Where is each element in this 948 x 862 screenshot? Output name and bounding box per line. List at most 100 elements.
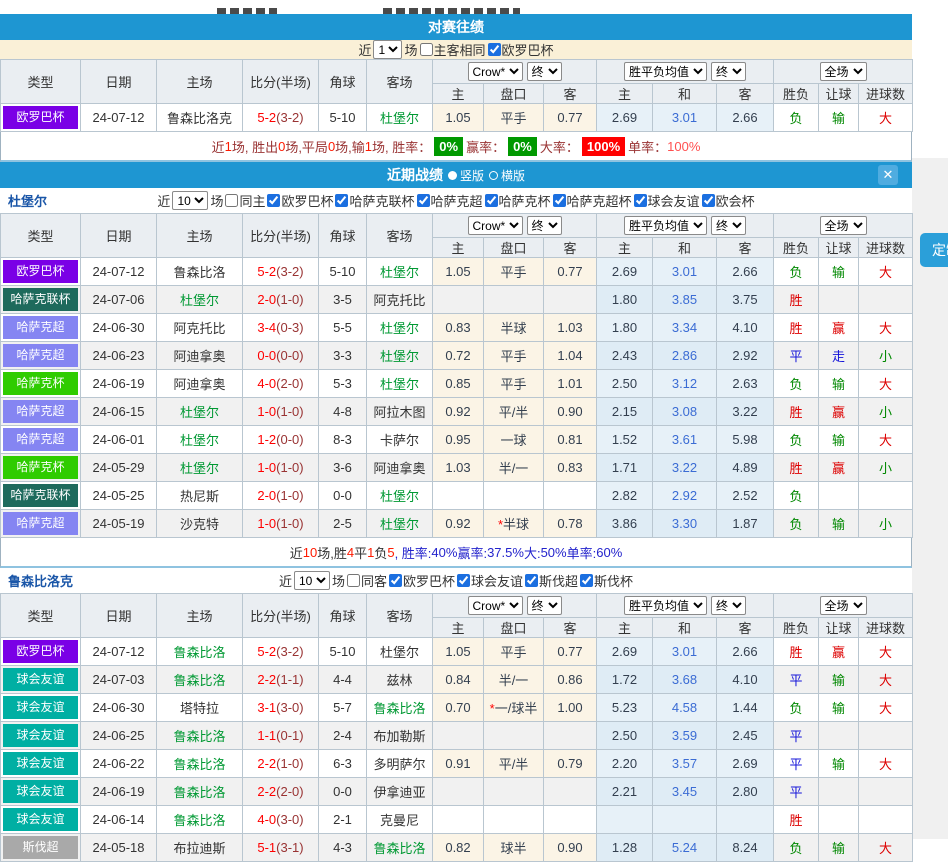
final-avg-select[interactable]: 终 bbox=[711, 62, 746, 81]
final-odds-select[interactable]: 终 bbox=[527, 216, 562, 235]
h2h-count-select[interactable]: 1 bbox=[373, 40, 402, 59]
league-checkbox[interactable] bbox=[389, 574, 402, 587]
league-filter[interactable]: 欧罗巴杯 bbox=[486, 40, 554, 59]
summary-segment: , 胜率: bbox=[395, 543, 432, 562]
scope-select[interactable]: 全场 bbox=[820, 62, 867, 81]
league-label: 哈萨克联杯 bbox=[349, 191, 414, 210]
league-filter[interactable]: 哈萨克超 bbox=[415, 191, 483, 210]
league-label: 欧会杯 bbox=[716, 191, 755, 210]
same-away-filter[interactable]: 同客 bbox=[345, 571, 387, 590]
final-odds-select[interactable]: 终 bbox=[527, 596, 562, 615]
handicap-cell: 平手 bbox=[484, 370, 544, 398]
scope-select[interactable]: 全场 bbox=[820, 216, 867, 235]
close-icon[interactable]: ✕ bbox=[878, 165, 898, 185]
league-filter[interactable]: 球会友谊 bbox=[455, 571, 523, 590]
league-cell: 哈萨克超 bbox=[1, 398, 81, 426]
h2h-title-bar: 对赛往绩 bbox=[0, 14, 912, 40]
subcol-avg-draw: 和 bbox=[653, 618, 717, 638]
team1-count-select[interactable]: 10 bbox=[172, 191, 208, 210]
radio-horizontal[interactable]: 横版 bbox=[489, 167, 525, 184]
away-team-cell: 杜堡尔 bbox=[367, 510, 433, 538]
avg-draw-odds bbox=[653, 806, 717, 834]
home-team-cell: 鲁森比洛克 bbox=[157, 104, 243, 132]
league-filter[interactable]: 哈萨克杯 bbox=[483, 191, 551, 210]
home-team-cell: 鲁森比洛 bbox=[157, 806, 243, 834]
avg-away-odds: 4.10 bbox=[717, 314, 774, 342]
odds-provider-select[interactable]: Crow* bbox=[468, 62, 523, 81]
date-cell: 24-06-30 bbox=[81, 314, 157, 342]
odds-provider-select[interactable]: Crow* bbox=[468, 216, 523, 235]
away-team-cell: 多明萨尔 bbox=[367, 750, 433, 778]
league-label: 哈萨克超 bbox=[431, 191, 483, 210]
league-checkbox[interactable] bbox=[457, 574, 470, 587]
subcol-away-odds: 客 bbox=[544, 618, 597, 638]
match-row: 欧罗巴杯24-07-12鲁森比洛克5-2(3-2)5-10杜堡尔1.05平手0.… bbox=[1, 104, 913, 132]
summary-segment: 37.5% bbox=[487, 545, 524, 560]
goals-result-cell: 大 bbox=[859, 638, 913, 666]
avg-home-odds: 2.43 bbox=[597, 342, 653, 370]
radio-vertical[interactable]: 竖版 bbox=[448, 167, 484, 184]
corner-cell: 3-5 bbox=[319, 286, 367, 314]
same-venue-filter[interactable]: 主客相同 bbox=[418, 40, 486, 59]
league-checkbox[interactable] bbox=[267, 194, 280, 207]
league-checkbox[interactable] bbox=[553, 194, 566, 207]
score-cell: 1-0(1-0) bbox=[243, 510, 319, 538]
avg-odds-group: 胜平负均值终 bbox=[597, 60, 774, 84]
result-cell: 平 bbox=[774, 778, 819, 806]
league-filter[interactable]: 欧会杯 bbox=[700, 191, 755, 210]
league-checkbox[interactable] bbox=[525, 574, 538, 587]
avg-away-odds: 3.22 bbox=[717, 398, 774, 426]
league-checkbox[interactable] bbox=[417, 194, 430, 207]
league-checkbox[interactable] bbox=[580, 574, 593, 587]
crow-away-odds: 1.00 bbox=[544, 694, 597, 722]
goals-result-cell: 小 bbox=[859, 454, 913, 482]
league-checkbox[interactable] bbox=[634, 194, 647, 207]
avg-home-odds: 1.71 bbox=[597, 454, 653, 482]
final-odds-select[interactable]: 终 bbox=[527, 62, 562, 81]
league-checkbox[interactable] bbox=[485, 194, 498, 207]
subcol-handicap: 盘口 bbox=[484, 618, 544, 638]
games-label: 场 bbox=[210, 191, 223, 210]
same-venue-checkbox[interactable] bbox=[420, 43, 433, 56]
avg-odds-group: 胜平负均值终 bbox=[597, 594, 774, 618]
avg-draw-odds: 5.24 bbox=[653, 834, 717, 862]
pin-button[interactable]: 定制 bbox=[920, 233, 948, 267]
same-away-checkbox[interactable] bbox=[347, 574, 360, 587]
table-header: 类型 日期 主场 比分(半场) 角球 客场 Crow*终 胜平负均值终 全场 主… bbox=[1, 60, 913, 104]
league-filter[interactable]: 球会友谊 bbox=[632, 191, 700, 210]
league-checkbox[interactable] bbox=[702, 194, 715, 207]
corner-cell: 5-3 bbox=[319, 370, 367, 398]
league-filter[interactable]: 欧罗巴杯 bbox=[387, 571, 455, 590]
league-filter[interactable]: 哈萨克联杯 bbox=[333, 191, 414, 210]
goals-result-cell: 大 bbox=[859, 370, 913, 398]
team2-count-select[interactable]: 10 bbox=[294, 571, 330, 590]
league-checkbox[interactable] bbox=[335, 194, 348, 207]
league-filter[interactable]: 哈萨克超杯 bbox=[551, 191, 632, 210]
crow-away-odds bbox=[544, 778, 597, 806]
recent-title-bar: 近期战绩 竖版 横版 ✕ bbox=[0, 162, 912, 188]
final-avg-select[interactable]: 终 bbox=[711, 216, 746, 235]
summary-segment: 负 bbox=[374, 543, 387, 562]
col-date: 日期 bbox=[81, 214, 157, 258]
same-home-filter[interactable]: 同主 bbox=[223, 191, 265, 210]
odds-provider-select[interactable]: Crow* bbox=[468, 596, 523, 615]
final-avg-select[interactable]: 终 bbox=[711, 596, 746, 615]
same-home-checkbox[interactable] bbox=[225, 194, 238, 207]
league-checkbox[interactable] bbox=[488, 43, 501, 56]
league-filter[interactable]: 欧罗巴杯 bbox=[265, 191, 333, 210]
avg-type-select[interactable]: 胜平负均值 bbox=[624, 62, 707, 81]
away-team-cell: 布加勒斯 bbox=[367, 722, 433, 750]
avg-type-select[interactable]: 胜平负均值 bbox=[624, 216, 707, 235]
corner-cell: 5-10 bbox=[319, 258, 367, 286]
score-cell: 5-2(3-2) bbox=[243, 638, 319, 666]
corner-cell: 6-3 bbox=[319, 750, 367, 778]
recent-title: 近期战绩 bbox=[387, 165, 443, 185]
avg-type-select[interactable]: 胜平负均值 bbox=[624, 596, 707, 615]
match-row: 欧罗巴杯24-07-12鲁森比洛5-2(3-2)5-10杜堡尔1.05平手0.7… bbox=[1, 258, 913, 286]
avg-away-odds: 2.45 bbox=[717, 722, 774, 750]
crow-home-odds: 1.05 bbox=[433, 258, 484, 286]
league-filter[interactable]: 斯伐杯 bbox=[578, 571, 633, 590]
league-filter[interactable]: 斯伐超 bbox=[523, 571, 578, 590]
scope-select[interactable]: 全场 bbox=[820, 596, 867, 615]
handicap-cell: 一球 bbox=[484, 426, 544, 454]
